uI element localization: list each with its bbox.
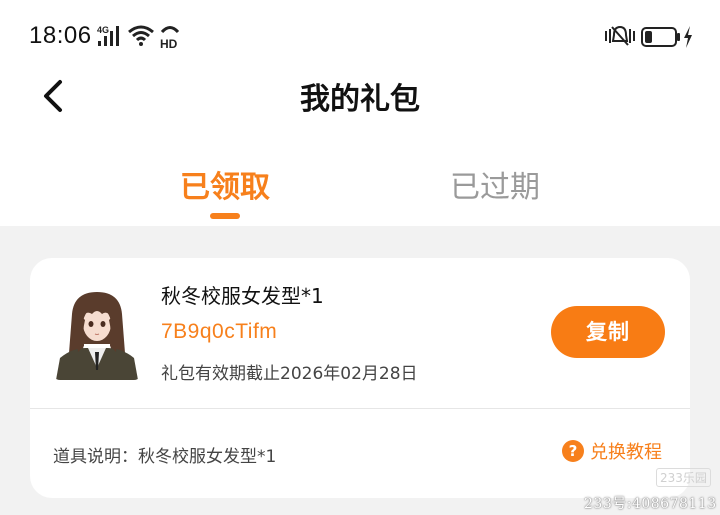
signal-icon: 4G	[97, 25, 119, 46]
watermark-id: 233号:408678113	[584, 496, 717, 512]
watermark-logo: 233乐园	[656, 468, 711, 487]
gift-card: 秋冬校服女发型*1 7B9q0cTifm 礼包有效期截止2026年02月28日 …	[30, 258, 690, 498]
status-bar: 18:06 4G HD	[0, 0, 720, 70]
tab-claimed[interactable]: 已领取	[180, 162, 270, 206]
item-description: 道具说明：秋冬校服女发型*1	[53, 447, 277, 467]
active-tab-indicator	[210, 213, 240, 219]
vibrate-mute-icon	[605, 25, 635, 46]
network-label: 4G	[97, 25, 109, 35]
hairstyle-avatar-image	[52, 288, 142, 380]
wifi-icon	[128, 25, 154, 46]
redeem-tutorial-link[interactable]: ? 兑换教程	[562, 437, 662, 465]
question-icon: ?	[562, 440, 584, 462]
card-divider	[30, 408, 690, 409]
charging-icon	[684, 26, 692, 48]
battery-icon	[641, 27, 680, 47]
hd-label: HD	[160, 37, 178, 49]
gift-code: 7B9q0cTifm	[161, 320, 278, 343]
gift-expiry: 礼包有效期截止2026年02月28日	[161, 364, 418, 384]
tab-expired[interactable]: 已过期	[450, 162, 540, 206]
gift-name: 秋冬校服女发型*1	[161, 284, 324, 308]
page-title: 我的礼包	[300, 82, 420, 117]
status-time: 18:06	[29, 22, 92, 49]
tutorial-label: 兑换教程	[590, 442, 662, 463]
hd-call-icon: HD	[160, 26, 180, 49]
copy-button[interactable]: 复制	[551, 306, 665, 358]
top-panel: 18:06 4G HD 我的礼包 已领取 已过期	[0, 0, 720, 226]
